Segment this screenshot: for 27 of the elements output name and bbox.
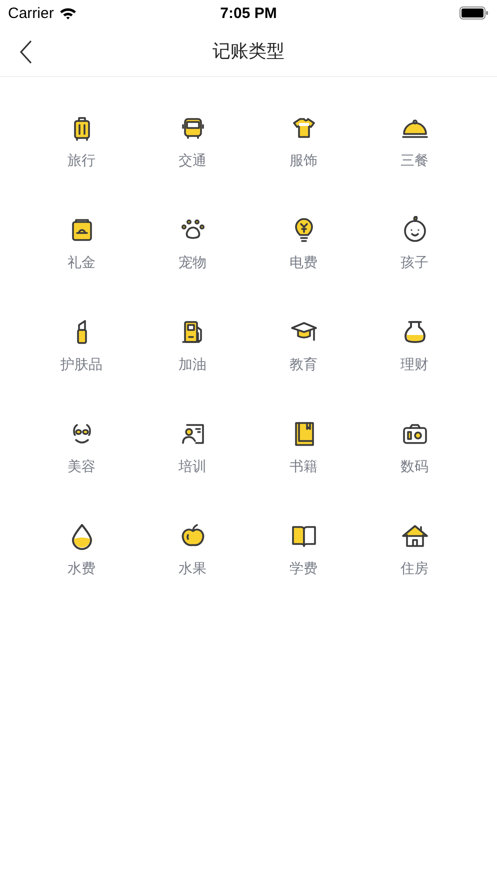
category-label[interactable]: 水费 (68, 560, 96, 577)
category-label[interactable]: 孩子 (400, 254, 428, 271)
wifi-icon (58, 6, 77, 20)
category-label[interactable]: 加油 (178, 356, 206, 373)
category-label[interactable]: 书籍 (290, 458, 318, 475)
category-label[interactable]: 理财 (400, 356, 428, 373)
category-label[interactable]: 宠物 (178, 254, 206, 271)
battery-icon (459, 6, 489, 20)
category-label[interactable]: 数码 (400, 458, 428, 475)
category-label[interactable]: 电费 (290, 254, 318, 271)
category-label[interactable]: 教育 (290, 356, 318, 373)
category-label[interactable]: 旅行 (68, 152, 96, 169)
category-label[interactable]: 美容 (68, 458, 96, 475)
category-label[interactable]: 交通 (178, 152, 206, 169)
category-label[interactable]: 学费 (290, 560, 318, 577)
carrier-name: Carrier (8, 4, 54, 22)
status-time: 7:05 PM (220, 4, 277, 22)
house-icon[interactable] (400, 522, 428, 550)
page-title: 记账类型 (212, 40, 284, 63)
back-icon[interactable] (19, 39, 33, 65)
category-label[interactable]: 培训 (178, 458, 206, 475)
category-label[interactable]: 护肤品 (60, 356, 102, 373)
category-label[interactable]: 礼金 (68, 254, 96, 271)
category-label[interactable]: 住房 (400, 560, 428, 577)
category-label[interactable]: 水果 (178, 560, 206, 577)
category-label[interactable]: 三餐 (400, 152, 428, 169)
category-label[interactable]: 服饰 (290, 152, 318, 169)
